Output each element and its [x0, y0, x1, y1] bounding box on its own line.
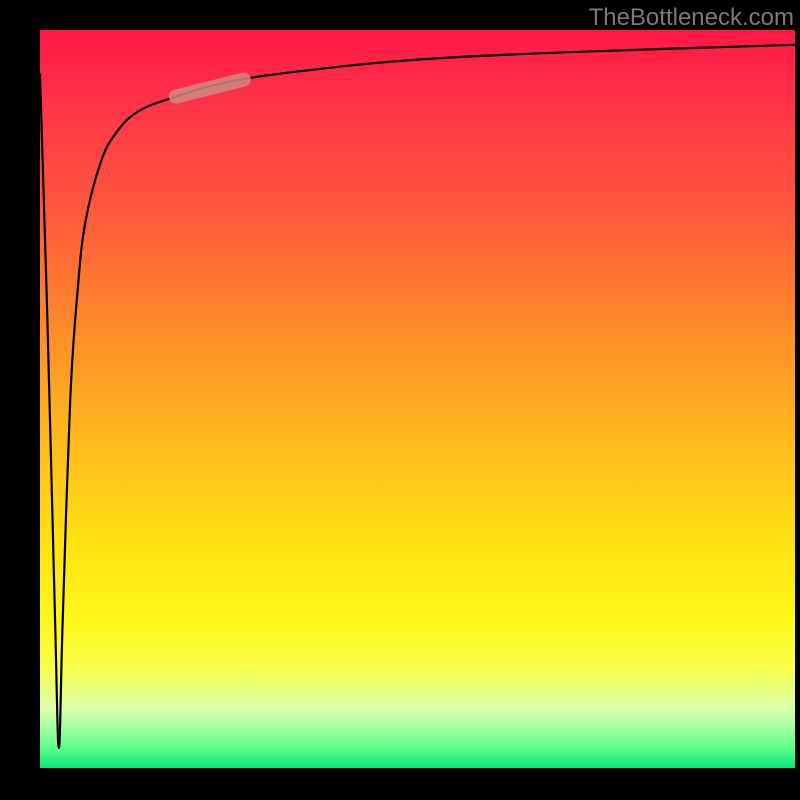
chart-frame: TheBottleneck.com	[0, 0, 800, 800]
y-axis	[38, 30, 40, 770]
curve-layer	[40, 30, 795, 770]
x-axis	[38, 768, 795, 770]
bottleneck-curve	[40, 45, 795, 748]
highlight-segment	[176, 80, 244, 97]
attribution-text: TheBottleneck.com	[589, 4, 794, 32]
